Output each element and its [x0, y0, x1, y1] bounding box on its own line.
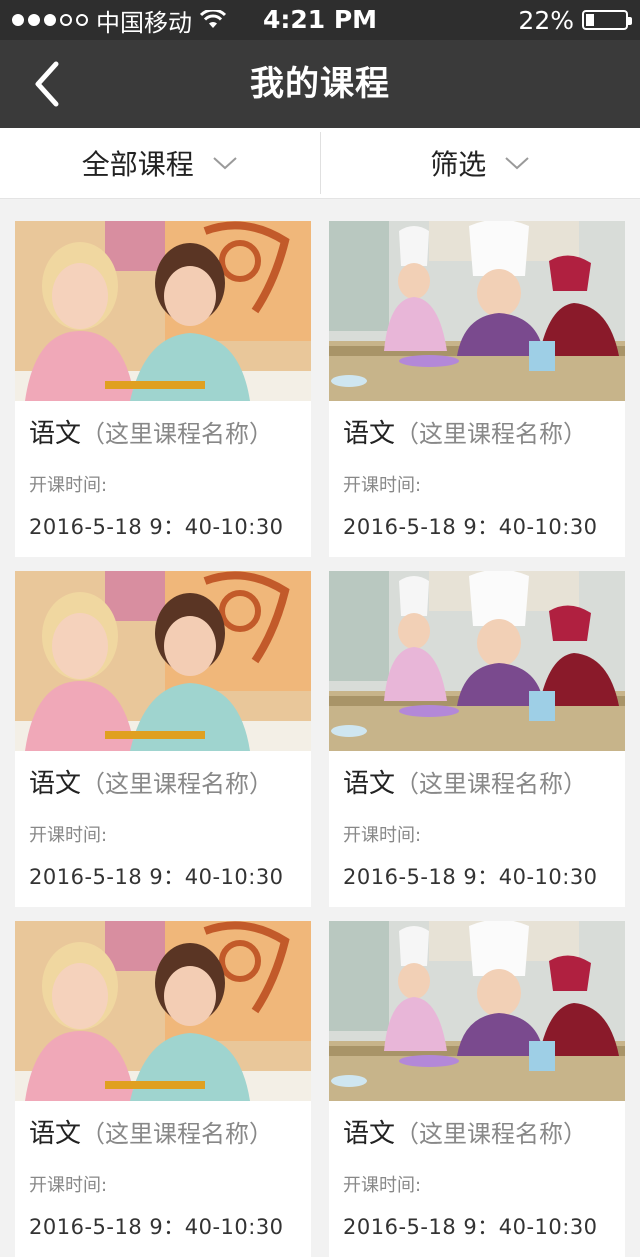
course-subject: 语文 — [29, 769, 81, 799]
kids-chef-hats-photo — [329, 221, 625, 401]
all-courses-label: 全部课程 — [82, 143, 194, 183]
course-time: 2016-5-18 9：40-10:30 — [29, 511, 297, 541]
course-name: （这里课程名称） — [395, 420, 587, 448]
course-name: （这里课程名称） — [395, 770, 587, 798]
course-card[interactable]: 语文（这里课程名称） 开课时间: 2016-5-18 9：40-10:30 — [329, 921, 625, 1257]
chevron-down-icon — [504, 155, 530, 171]
course-card[interactable]: 语文（这里课程名称） 开课时间: 2016-5-18 9：40-10:30 — [15, 571, 311, 907]
course-time: 2016-5-18 9：40-10:30 — [343, 511, 611, 541]
course-time-label: 开课时间: — [29, 1171, 297, 1197]
filter-label: 筛选 — [430, 143, 486, 183]
course-name: （这里课程名称） — [81, 770, 273, 798]
course-title: 语文（这里课程名称） — [343, 763, 611, 805]
battery-icon — [582, 10, 628, 30]
battery-percent: 22% — [518, 6, 574, 35]
course-name: （这里课程名称） — [81, 420, 273, 448]
course-time: 2016-5-18 9：40-10:30 — [29, 861, 297, 891]
course-subject: 语文 — [343, 769, 395, 799]
course-title: 语文（这里课程名称） — [29, 413, 297, 455]
girls-drawing-photo — [15, 921, 311, 1101]
course-time-label: 开课时间: — [343, 1171, 611, 1197]
course-time: 2016-5-18 9：40-10:30 — [343, 1211, 611, 1241]
course-time: 2016-5-18 9：40-10:30 — [29, 1211, 297, 1241]
kids-chef-hats-photo — [329, 571, 625, 751]
course-name: （这里课程名称） — [81, 1120, 273, 1148]
course-subject: 语文 — [29, 1119, 81, 1149]
all-courses-dropdown[interactable]: 全部课程 — [0, 128, 320, 198]
girls-drawing-photo — [15, 221, 311, 401]
course-time-label: 开课时间: — [343, 821, 611, 847]
course-title: 语文（这里课程名称） — [29, 763, 297, 805]
status-bar-right: 22% — [518, 0, 628, 40]
course-card[interactable]: 语文（这里课程名称） 开课时间: 2016-5-18 9：40-10:30 — [15, 221, 311, 557]
course-title: 语文（这里课程名称） — [343, 1113, 611, 1155]
course-subject: 语文 — [343, 1119, 395, 1149]
course-time-label: 开课时间: — [29, 471, 297, 497]
course-time: 2016-5-18 9：40-10:30 — [343, 861, 611, 891]
course-grid: 语文（这里课程名称） 开课时间: 2016-5-18 9：40-10:30 语文… — [15, 221, 627, 1257]
battery-level-fill — [586, 14, 594, 26]
course-title: 语文（这里课程名称） — [29, 1113, 297, 1155]
course-name: （这里课程名称） — [395, 1120, 587, 1148]
girls-drawing-photo — [15, 571, 311, 751]
course-card[interactable]: 语文（这里课程名称） 开课时间: 2016-5-18 9：40-10:30 — [329, 221, 625, 557]
course-time-label: 开课时间: — [29, 821, 297, 847]
filter-bar: 全部课程 筛选 — [0, 128, 640, 199]
page-title: 我的课程 — [0, 40, 640, 128]
course-time-label: 开课时间: — [343, 471, 611, 497]
course-subject: 语文 — [343, 419, 395, 449]
filter-dropdown[interactable]: 筛选 — [321, 128, 640, 198]
course-title: 语文（这里课程名称） — [343, 413, 611, 455]
course-card[interactable]: 语文（这里课程名称） 开课时间: 2016-5-18 9：40-10:30 — [15, 921, 311, 1257]
chevron-down-icon — [212, 155, 238, 171]
status-bar: 中国移动 4:21 PM 22% — [0, 0, 640, 40]
nav-bar: 我的课程 — [0, 40, 640, 128]
kids-chef-hats-photo — [329, 921, 625, 1101]
course-card[interactable]: 语文（这里课程名称） 开课时间: 2016-5-18 9：40-10:30 — [329, 571, 625, 907]
course-subject: 语文 — [29, 419, 81, 449]
